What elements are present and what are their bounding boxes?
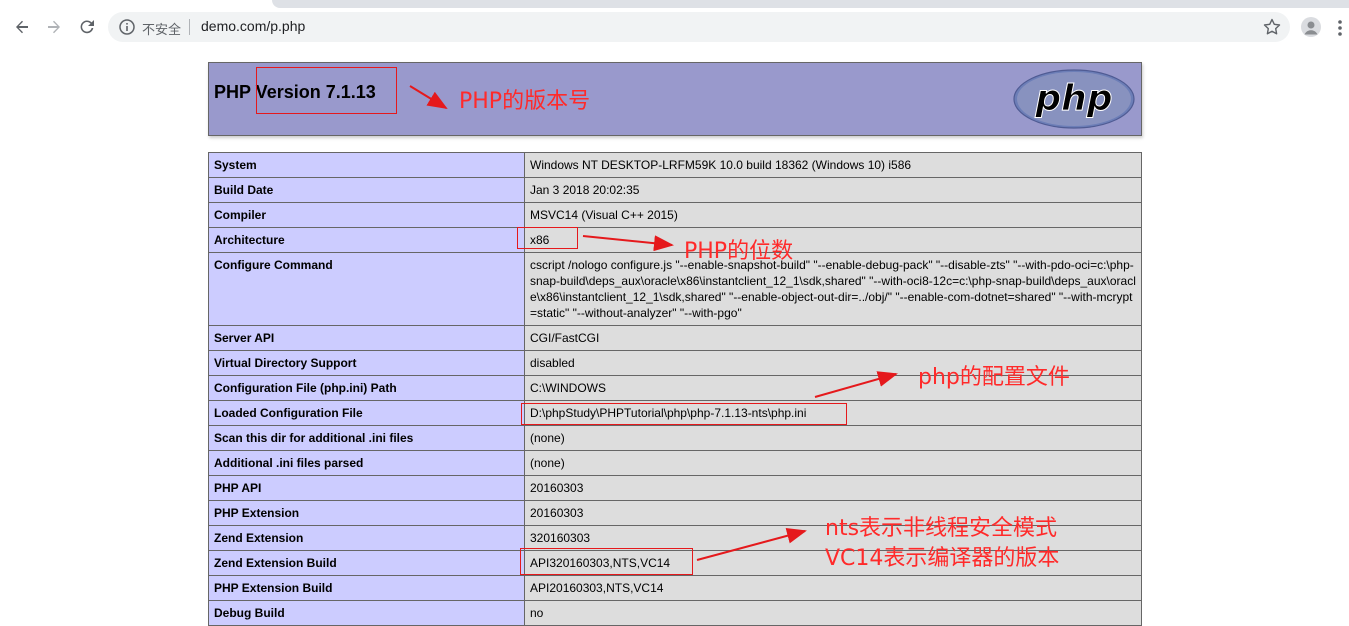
annotation-bits: PHP的位数 — [684, 239, 794, 264]
annotation-config: php的配置文件 — [918, 365, 1070, 390]
version-arrow — [409, 85, 448, 110]
annotation-version: PHP的版本号 — [459, 89, 591, 114]
annotation-arrows — [409, 85, 898, 561]
annotation-nts: nts表示非线程安全模式 — [825, 516, 1058, 541]
bits-arrow — [582, 235, 674, 252]
annotation-vc14: VC14表示编译器的版本 — [825, 546, 1060, 571]
nts-arrow — [696, 527, 807, 561]
config-arrow — [814, 371, 898, 398]
